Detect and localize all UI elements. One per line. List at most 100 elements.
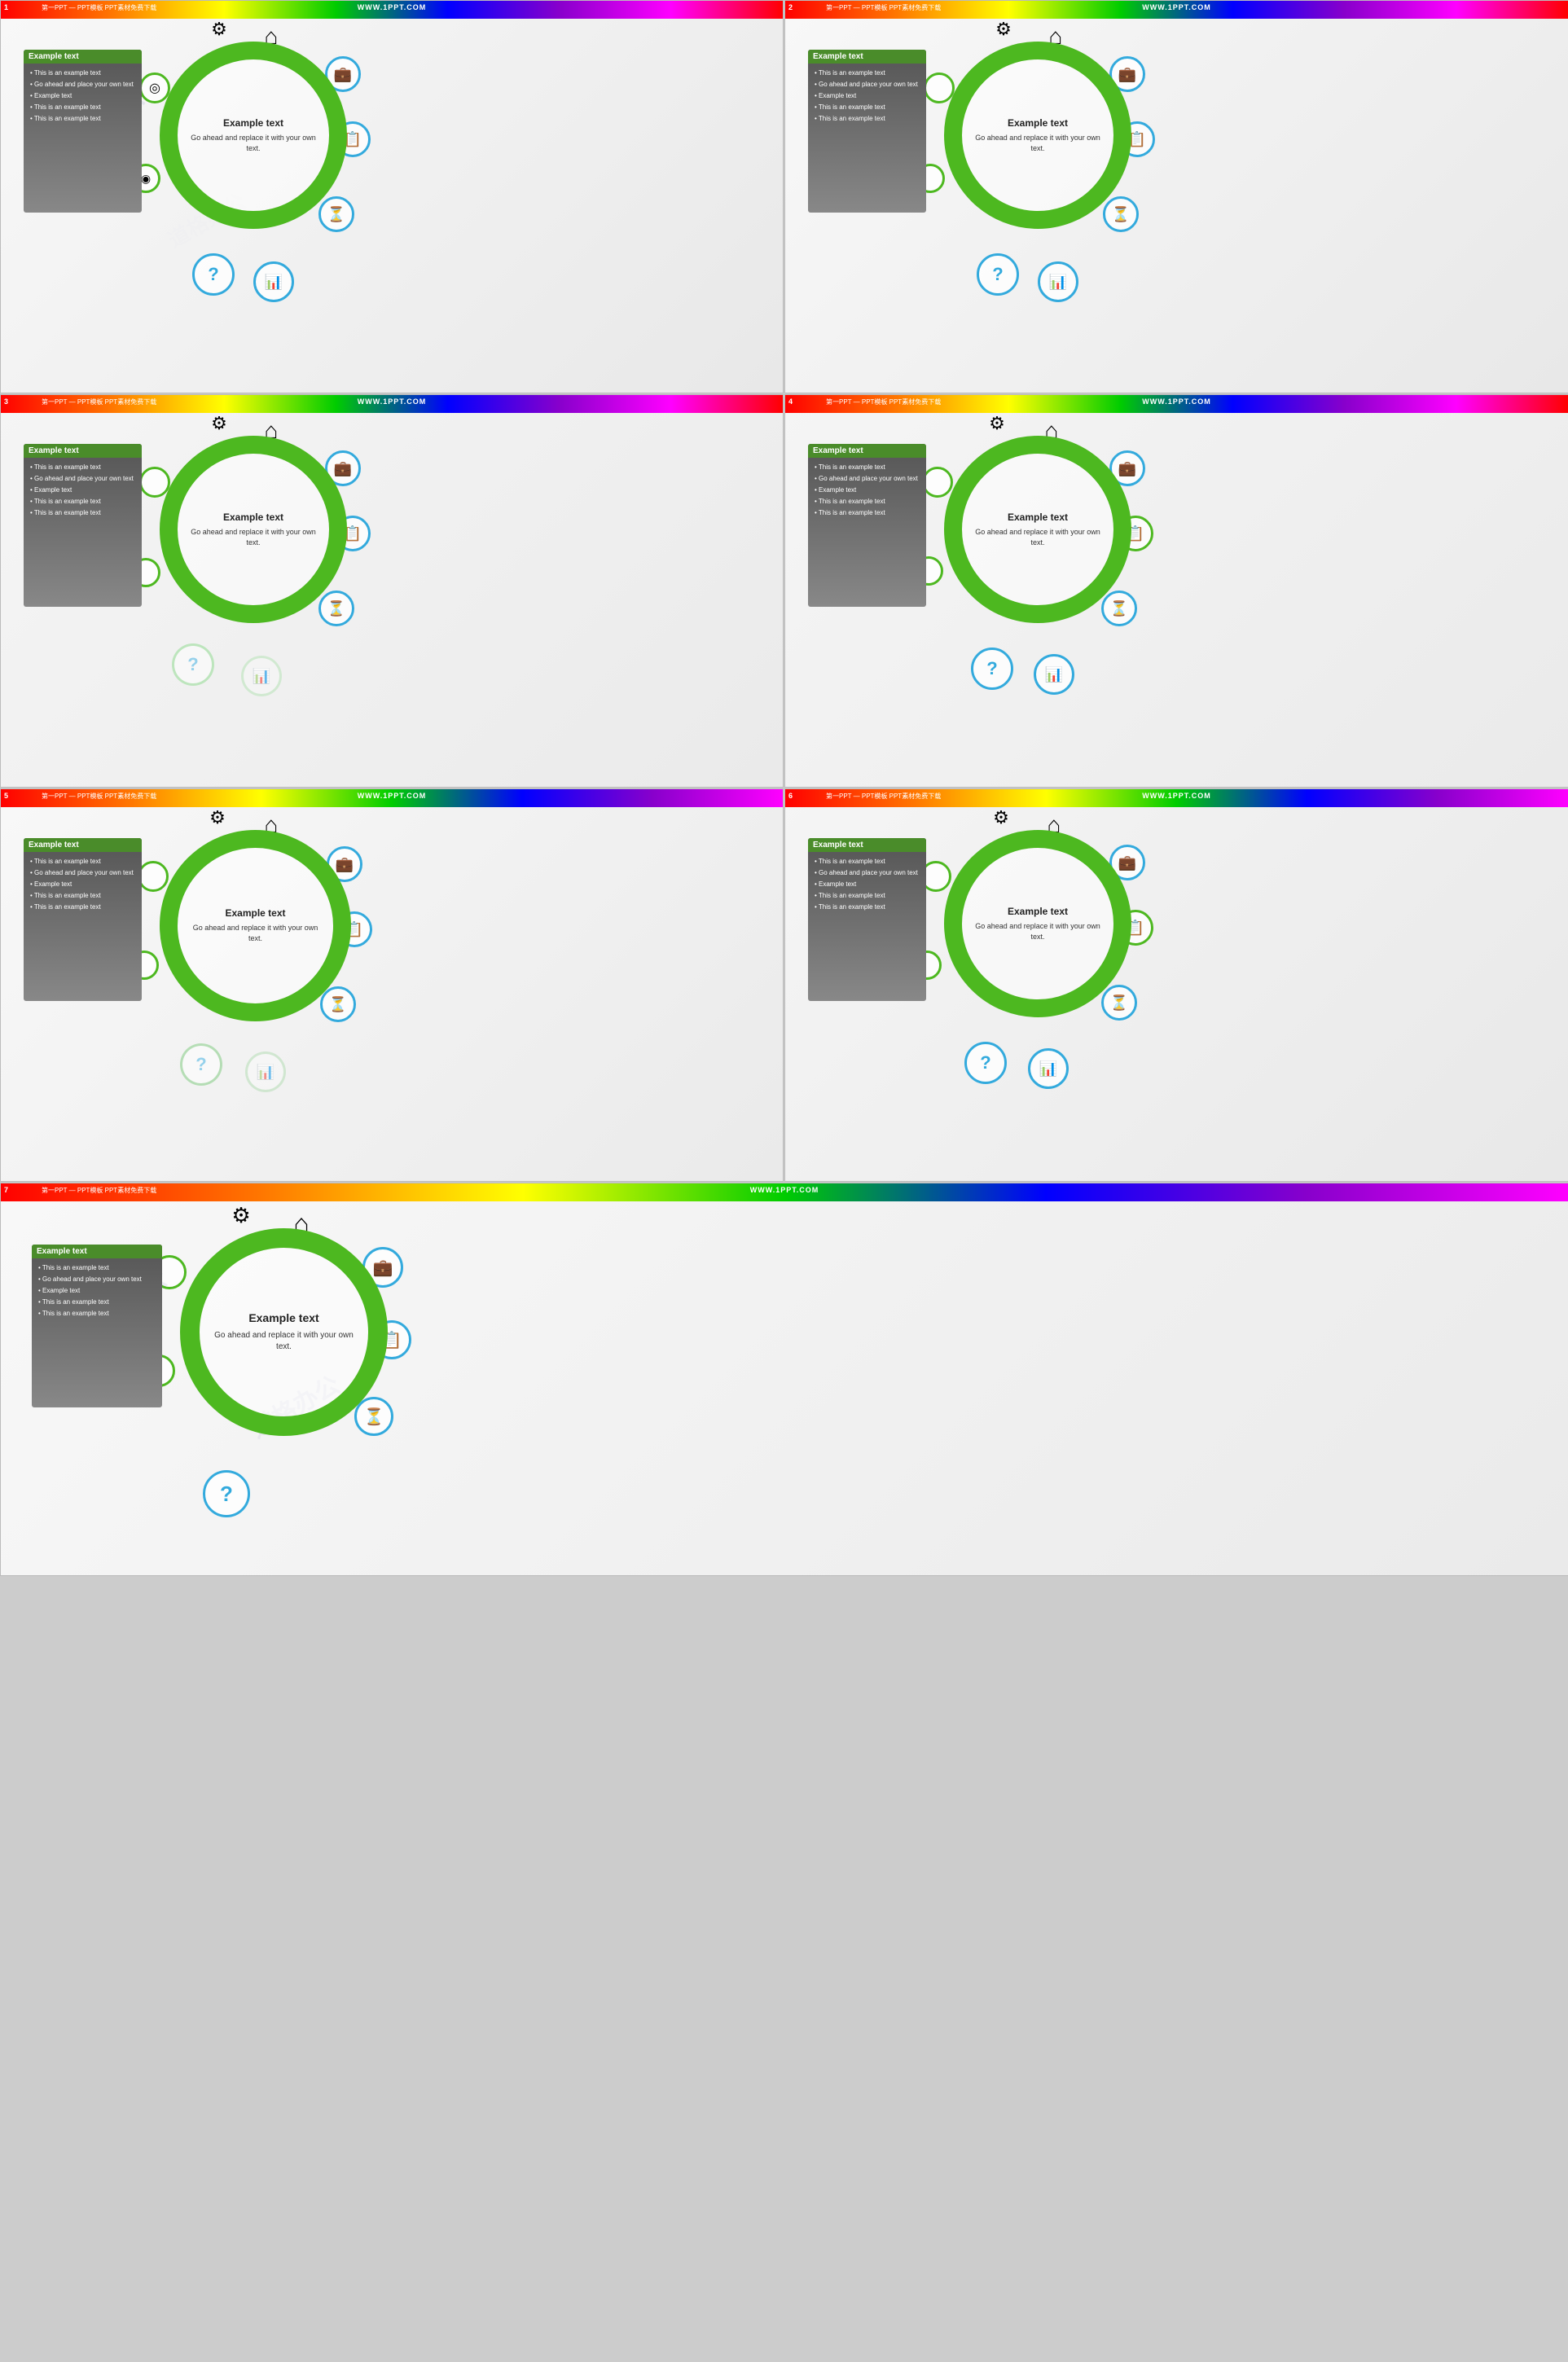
title-bar-4: 第一PPT — PPT模板 PPT素材免费下载 — [826, 397, 941, 406]
panel-body-1: • This is an example text • Go ahead and… — [30, 68, 135, 124]
text-panel-5: Example text • This is an example text •… — [24, 838, 142, 1001]
circle-body-7: Go ahead and replace it with your own te… — [209, 1330, 358, 1353]
url-bar-1: WWW.1PPT.COM — [358, 3, 427, 11]
title-bar-5: 第一PPT — PPT模板 PPT素材免费下载 — [42, 792, 156, 801]
title-bar-3: 第一PPT — PPT模板 PPT素材免费下载 — [42, 397, 156, 406]
panel-body-2: • This is an example text • Go ahead and… — [815, 68, 920, 124]
panel-title-6: Example text — [808, 838, 926, 852]
hourglass-circle-2: ⏳ — [1103, 196, 1139, 232]
panel-body-5: • This is an example text • Go ahead and… — [30, 857, 135, 912]
circle-body-4: Go ahead and replace it with your own te… — [970, 527, 1105, 547]
title-bar-7: 第一PPT — PPT模板 PPT素材免费下载 — [42, 1186, 156, 1195]
slide-number-1: 1 — [4, 3, 8, 11]
slide-number-5: 5 — [4, 792, 8, 800]
big-circle-7: Example text Go ahead and replace it wit… — [180, 1228, 388, 1436]
panel-title-2: Example text — [808, 50, 926, 64]
panel-title-7: Example text — [32, 1245, 162, 1258]
hourglass-circle-6: ⏳ — [1101, 985, 1137, 1021]
circle-body-2: Go ahead and replace it with your own te… — [970, 133, 1105, 153]
title-bar-6: 第一PPT — PPT模板 PPT素材免费下载 — [826, 792, 941, 801]
panel-body-6: • This is an example text • Go ahead and… — [815, 857, 920, 912]
green-circle-4a — [922, 467, 953, 498]
slide-number-6: 6 — [788, 792, 793, 800]
panel-title-5: Example text — [24, 838, 142, 852]
question-circle-2: ? — [977, 253, 1019, 296]
text-panel-6: Example text • This is an example text •… — [808, 838, 926, 1001]
circle-title-7: Example text — [209, 1311, 358, 1324]
slide-number-3: 3 — [4, 397, 8, 406]
green-circle-5a — [138, 861, 169, 892]
slide-number-7: 7 — [4, 1186, 8, 1194]
circle-body-3: Go ahead and replace it with your own te… — [186, 527, 321, 547]
big-circle-2: Example text Go ahead and replace it wit… — [944, 42, 1131, 229]
green-circle-3a — [139, 467, 170, 498]
big-circle-4: Example text Go ahead and replace it wit… — [944, 436, 1131, 623]
circle-text-2: Example text Go ahead and replace it wit… — [962, 109, 1113, 161]
slide-3: 3 第一PPT — PPT模板 PPT素材免费下载 WWW.1PPT.COM 道… — [0, 394, 784, 788]
slide-7: 7 第一PPT — PPT模板 PPT素材免费下载 WWW.1PPT.COM 道… — [0, 1183, 1568, 1576]
chart-circle-1: 📊 — [253, 261, 294, 302]
panel-body-3: • This is an example text • Go ahead and… — [30, 463, 135, 518]
text-panel-1: Example text • This is an example text •… — [24, 50, 142, 213]
hourglass-circle-7: ⏳ — [354, 1397, 393, 1436]
panel-body-7: • This is an example text • Go ahead and… — [38, 1263, 156, 1319]
question-circle-6: ? — [964, 1042, 1007, 1084]
green-circle-1a: ◎ — [139, 72, 170, 103]
chart-circle-4: 📊 — [1034, 654, 1074, 695]
question-circle-1: ? — [192, 253, 235, 296]
circle-text-6: Example text Go ahead and replace it wit… — [962, 898, 1113, 950]
panel-title-4: Example text — [808, 444, 926, 458]
circle-text-5: Example text Go ahead and replace it wit… — [178, 899, 333, 951]
text-panel-4: Example text • This is an example text •… — [808, 444, 926, 607]
slide-number-2: 2 — [788, 3, 793, 11]
panel-title-3: Example text — [24, 444, 142, 458]
url-bar-4: WWW.1PPT.COM — [1142, 397, 1211, 406]
text-panel-3: Example text • This is an example text •… — [24, 444, 142, 607]
big-circle-1: Example text Go ahead and replace it wit… — [160, 42, 347, 229]
circle-title-6: Example text — [970, 906, 1105, 917]
circle-body-5: Go ahead and replace it with your own te… — [186, 923, 325, 943]
url-bar-2: WWW.1PPT.COM — [1142, 3, 1211, 11]
circle-title-2: Example text — [970, 117, 1105, 129]
title-bar-1: 第一PPT — PPT模板 PPT素材免费下载 — [42, 3, 156, 12]
big-circle-3: Example text Go ahead and replace it wit… — [160, 436, 347, 623]
slide-5: 5 第一PPT — PPT模板 PPT素材免费下载 WWW.1PPT.COM 道… — [0, 788, 784, 1182]
gear-icon-7: ⚙ — [222, 1196, 260, 1234]
slide-2: 2 第一PPT — PPT模板 PPT素材免费下载 WWW.1PPT.COM 道… — [784, 0, 1568, 393]
page-container: 1 第一PPT — PPT模板 PPT素材免费下载 WWW.1PPT.COM 道… — [0, 0, 1568, 2362]
circle-title-1: Example text — [186, 117, 321, 129]
chart-circle-6: 📊 — [1028, 1048, 1069, 1089]
url-bar-3: WWW.1PPT.COM — [358, 397, 427, 406]
url-bar-5: WWW.1PPT.COM — [358, 792, 427, 800]
big-circle-6: Example text Go ahead and replace it wit… — [944, 830, 1131, 1017]
chart-circle-3: 📊 — [241, 656, 282, 696]
circle-title-5: Example text — [186, 907, 325, 919]
question-circle-7: ? — [203, 1470, 250, 1517]
hourglass-circle-3: ⏳ — [318, 590, 354, 626]
hourglass-circle-5: ⏳ — [320, 986, 356, 1022]
circle-text-1: Example text Go ahead and replace it wit… — [178, 109, 329, 161]
circle-body-6: Go ahead and replace it with your own te… — [970, 921, 1105, 942]
slide-1: 1 第一PPT — PPT模板 PPT素材免费下载 WWW.1PPT.COM 道… — [0, 0, 784, 393]
circle-title-4: Example text — [970, 511, 1105, 523]
text-panel-2: Example text • This is an example text •… — [808, 50, 926, 213]
green-circle-2a — [924, 72, 955, 103]
circle-text-3: Example text Go ahead and replace it wit… — [178, 503, 329, 555]
circle-title-3: Example text — [186, 511, 321, 523]
panel-title-1: Example text — [24, 50, 142, 64]
question-circle-4: ? — [971, 648, 1013, 690]
circle-text-7: Example text Go ahead and replace it wit… — [200, 1302, 368, 1363]
url-bar-6: WWW.1PPT.COM — [1142, 792, 1211, 800]
circle-text-4: Example text Go ahead and replace it wit… — [962, 503, 1113, 555]
slide-6: 6 第一PPT — PPT模板 PPT素材免费下载 WWW.1PPT.COM 道… — [784, 788, 1568, 1182]
slide-number-4: 4 — [788, 397, 793, 406]
circle-body-1: Go ahead and replace it with your own te… — [186, 133, 321, 153]
chart-circle-5: 📊 — [245, 1051, 286, 1092]
title-bar-2: 第一PPT — PPT模板 PPT素材免费下载 — [826, 3, 941, 12]
question-circle-3: ? — [172, 643, 214, 686]
big-circle-5: Example text Go ahead and replace it wit… — [160, 830, 351, 1021]
question-circle-5: ? — [180, 1043, 222, 1086]
chart-circle-2: 📊 — [1038, 261, 1078, 302]
hourglass-circle-4: ⏳ — [1101, 590, 1137, 626]
text-panel-7: Example text • This is an example text •… — [32, 1245, 162, 1407]
